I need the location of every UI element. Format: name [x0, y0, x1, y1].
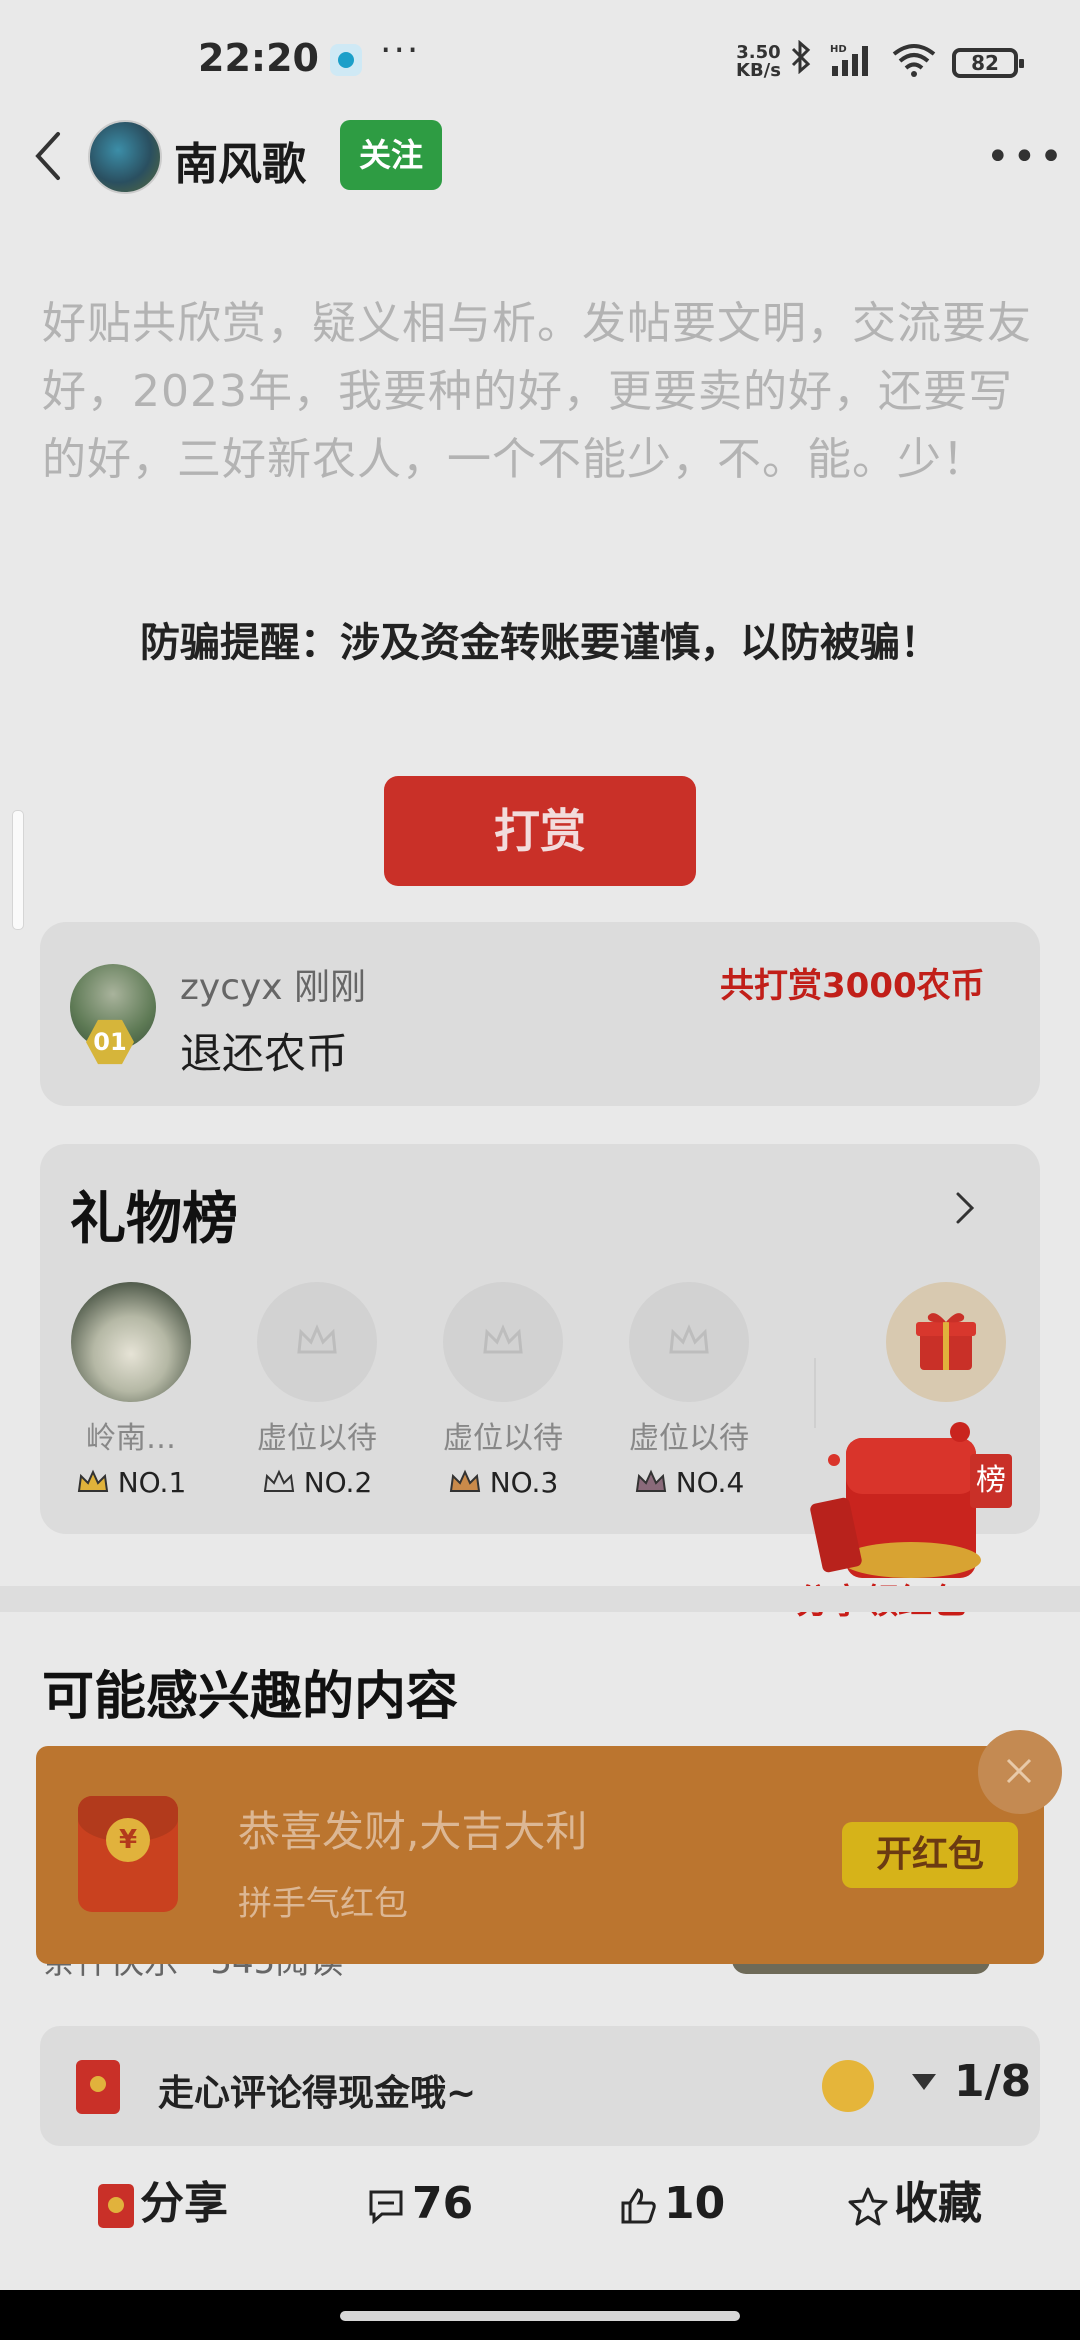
follow-button[interactable]: 关注 [340, 120, 442, 190]
thumbs-up-icon [621, 2188, 656, 2224]
post-text: 好贴共欣赏，疑义相与析。发帖要文明，交流要友好，2023年，我要种的好，更要卖的… [42, 298, 1032, 485]
fraud-warning: 防骗提醒：涉及资金转账要谨慎，以防被骗！ [140, 620, 940, 666]
gifter-name: 岭南… [86, 1421, 176, 1456]
favorite-button[interactable]: 收藏 [848, 2174, 982, 2234]
crown-outline-icon [483, 1324, 523, 1354]
seat-placeholder: 虚位以待 [443, 1421, 563, 1456]
author-name[interactable]: 南风歌 [174, 128, 306, 192]
share-redpacket-icon [98, 2184, 134, 2228]
empty-seat[interactable] [443, 1282, 563, 1402]
gift-icon [916, 1313, 976, 1370]
home-indicator[interactable] [340, 2311, 740, 2321]
seat-placeholder: 虚位以待 [257, 1421, 377, 1456]
wifi-icon [890, 40, 938, 80]
crown-outline-icon [297, 1324, 337, 1354]
tipper-name: zycyx 刚刚 [180, 967, 367, 1008]
rank-label: NO.1 [117, 1466, 187, 1499]
battery-icon: 82 [952, 48, 1024, 78]
rank-label: NO.3 [489, 1466, 559, 1499]
network-speed: 3.50 KB/s [736, 42, 781, 81]
comment-page-indicator: 1/8 [954, 2056, 1032, 2107]
dropdown-icon[interactable] [912, 2074, 936, 2090]
gift-ranking-title: 礼物榜 [70, 1187, 238, 1252]
crown-bronze-icon [449, 1469, 480, 1492]
bluetooth-icon [790, 39, 812, 82]
popup-title: 恭喜发财,大吉大利 [238, 1807, 588, 1856]
red-envelope-icon: ¥ [78, 1796, 178, 1912]
gift-slot-1[interactable]: 岭南… NO.1 [70, 1282, 192, 1499]
gift-slot-2[interactable]: 虚位以待 NO.2 [256, 1282, 378, 1499]
crown-dark-icon [635, 1469, 666, 1492]
more-options-icon[interactable]: ••• [986, 134, 1066, 180]
seat-placeholder: 虚位以待 [629, 1421, 749, 1456]
signal-icon: HD [828, 42, 878, 78]
emoji-icon[interactable] [822, 2060, 874, 2112]
crown-outline-icon [669, 1324, 709, 1354]
back-icon[interactable] [24, 122, 72, 190]
comment-prompt-text[interactable]: 走心评论得现金哦~ [158, 2064, 476, 2116]
gifter-avatar[interactable] [71, 1282, 191, 1402]
crown-gold-icon [77, 1469, 108, 1492]
reward-button[interactable]: 打赏 [384, 776, 696, 886]
gift-slot-3[interactable]: 虚位以待 NO.3 [442, 1282, 564, 1499]
svg-text:HD: HD [830, 44, 847, 55]
comment-button[interactable]: 76 [366, 2174, 473, 2234]
ranking-tag[interactable]: 榜 [970, 1454, 1012, 1508]
close-icon[interactable] [978, 1730, 1062, 1814]
comment-icon [369, 2190, 403, 2225]
send-gift-button[interactable] [886, 1282, 1006, 1402]
rank-label: NO.2 [303, 1466, 373, 1499]
like-button[interactable]: 10 [618, 2174, 725, 2234]
empty-seat[interactable] [629, 1282, 749, 1402]
author-avatar[interactable] [88, 120, 162, 194]
rank-label: NO.4 [675, 1466, 745, 1499]
tip-message: 退还农币 [180, 1029, 349, 1078]
more-notifications-icon: ··· [380, 30, 421, 71]
star-icon [848, 2187, 888, 2226]
gift-slot-4[interactable]: 虚位以待 NO.4 [628, 1282, 750, 1499]
popup-subtitle: 拼手气红包 [238, 1884, 408, 1924]
app-notification-icon [330, 44, 362, 76]
section-divider [0, 1586, 1080, 1612]
crown-silver-icon [263, 1469, 294, 1492]
empty-seat[interactable] [257, 1282, 377, 1402]
open-redpacket-button[interactable]: 开红包 [842, 1822, 1018, 1888]
status-time: 22:20 [198, 36, 319, 80]
red-packet-icon [76, 2060, 120, 2114]
recommended-title: 可能感兴趣的内容 [42, 1667, 459, 1727]
tip-total: 共打赏3000农币 [720, 966, 985, 1006]
scroll-indicator[interactable] [12, 810, 24, 930]
share-button[interactable]: 分享 [98, 2174, 228, 2234]
chevron-right-icon[interactable] [944, 1180, 984, 1236]
